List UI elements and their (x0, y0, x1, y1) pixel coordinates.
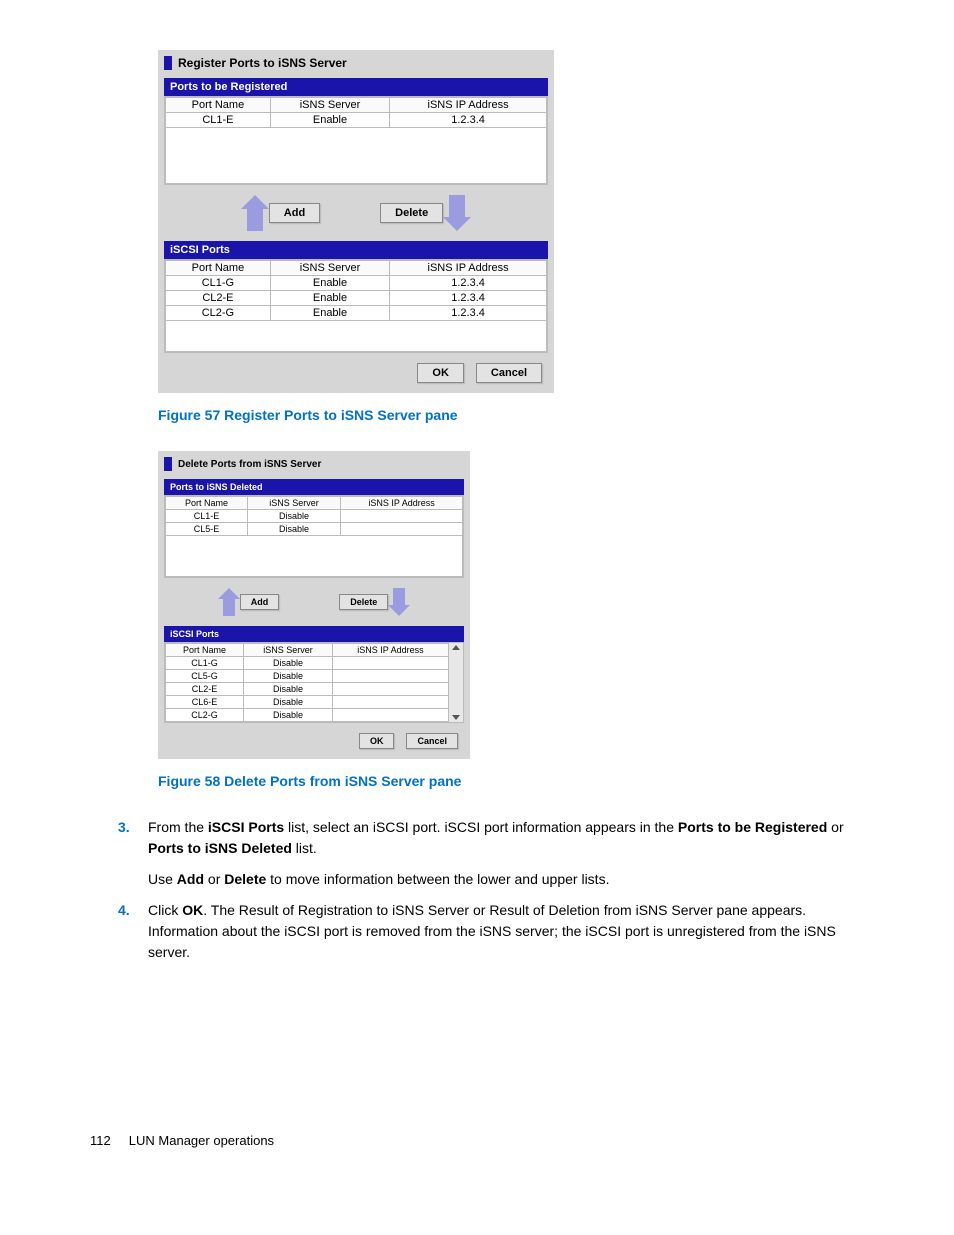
ports-to-be-registered-header: Ports to be Registered (164, 78, 548, 96)
ports-deleted-header: Ports to iSNS Deleted (164, 479, 464, 495)
step-text: Click OK. The Result of Registration to … (148, 900, 864, 963)
add-delete-row: Add Delete (164, 578, 464, 626)
col-isns-ip: iSNS IP Address (332, 644, 448, 657)
table-row[interactable]: CL1-GEnable1.2.3.4 (166, 276, 547, 291)
cancel-button[interactable]: Cancel (476, 363, 542, 383)
ok-button[interactable]: OK (417, 363, 464, 383)
instruction-list: 3. From the iSCSI Ports list, select an … (118, 817, 864, 963)
table-row[interactable]: CL5-EDisable (166, 523, 463, 536)
title-bullet-icon (164, 56, 172, 70)
footer-title: LUN Manager operations (129, 1133, 274, 1148)
step-number: 3. (118, 817, 138, 890)
step-4: 4. Click OK. The Result of Registration … (118, 900, 864, 963)
step-text: From the iSCSI Ports list, select an iSC… (148, 817, 864, 890)
arrow-up-icon (241, 195, 269, 231)
pane-title: Register Ports to iSNS Server (164, 56, 548, 70)
pane-title: Delete Ports from iSNS Server (164, 457, 464, 471)
table-row[interactable]: CL1-EDisable (166, 510, 463, 523)
col-port-name: Port Name (166, 98, 271, 113)
delete-ports-pane: Delete Ports from iSNS Server Ports to i… (158, 451, 470, 759)
col-port-name: Port Name (166, 261, 271, 276)
delete-button[interactable]: Delete (339, 594, 388, 610)
table-header-row: Port Name iSNS Server iSNS IP Address (166, 261, 547, 276)
table-header-row: Port Name iSNS Server iSNS IP Address (166, 98, 547, 113)
arrow-up-icon (218, 588, 240, 616)
table-row[interactable]: CL2-EEnable1.2.3.4 (166, 291, 547, 306)
arrow-down-icon (443, 195, 471, 231)
col-isns-server: iSNS Server (248, 497, 341, 510)
col-isns-server: iSNS Server (270, 261, 389, 276)
table-header-row: Port Name iSNS Server iSNS IP Address (166, 644, 449, 657)
vertical-scrollbar[interactable] (449, 643, 463, 722)
table-row[interactable]: CL1-GDisable (166, 657, 449, 670)
iscsi-ports-table: Port Name iSNS Server iSNS IP Address CL… (164, 642, 464, 723)
table-row[interactable]: CL2-EDisable (166, 683, 449, 696)
cancel-button[interactable]: Cancel (406, 733, 458, 749)
iscsi-ports-header: iSCSI Ports (164, 241, 548, 259)
table-row[interactable]: CL2-GEnable1.2.3.4 (166, 306, 547, 321)
add-button[interactable]: Add (269, 203, 320, 223)
col-isns-ip: iSNS IP Address (390, 261, 547, 276)
page-footer: 112 LUN Manager operations (90, 1133, 864, 1148)
ok-button[interactable]: OK (359, 733, 395, 749)
add-button[interactable]: Add (240, 594, 280, 610)
register-ports-pane: Register Ports to iSNS Server Ports to b… (158, 50, 554, 393)
page-number: 112 (90, 1133, 111, 1148)
col-isns-ip: iSNS IP Address (390, 98, 547, 113)
step-number: 4. (118, 900, 138, 963)
table-row[interactable]: CL6-EDisable (166, 696, 449, 709)
scroll-up-icon[interactable] (452, 645, 460, 650)
col-isns-server: iSNS Server (244, 644, 333, 657)
title-bullet-icon (164, 457, 172, 471)
ports-to-be-registered-table: Port Name iSNS Server iSNS IP Address CL… (164, 96, 548, 185)
col-port-name: Port Name (166, 644, 244, 657)
table-row[interactable]: CL1-E Enable 1.2.3.4 (166, 113, 547, 128)
table-row[interactable]: CL2-GDisable (166, 709, 449, 722)
iscsi-ports-table: Port Name iSNS Server iSNS IP Address CL… (164, 259, 548, 353)
scroll-down-icon[interactable] (452, 715, 460, 720)
col-isns-ip: iSNS IP Address (341, 497, 463, 510)
step-3: 3. From the iSCSI Ports list, select an … (118, 817, 864, 890)
col-port-name: Port Name (166, 497, 248, 510)
table-header-row: Port Name iSNS Server iSNS IP Address (166, 497, 463, 510)
delete-button[interactable]: Delete (380, 203, 443, 223)
table-row[interactable]: CL5-GDisable (166, 670, 449, 683)
iscsi-ports-header: iSCSI Ports (164, 626, 464, 642)
ports-deleted-table: Port Name iSNS Server iSNS IP Address CL… (164, 495, 464, 578)
pane-title-text: Register Ports to iSNS Server (178, 56, 347, 70)
add-delete-row: Add Delete (164, 185, 548, 241)
pane-title-text: Delete Ports from iSNS Server (178, 459, 321, 470)
figure-58-caption: Figure 58 Delete Ports from iSNS Server … (158, 773, 864, 789)
arrow-down-icon (388, 588, 410, 616)
col-isns-server: iSNS Server (270, 98, 389, 113)
figure-57-caption: Figure 57 Register Ports to iSNS Server … (158, 407, 864, 423)
